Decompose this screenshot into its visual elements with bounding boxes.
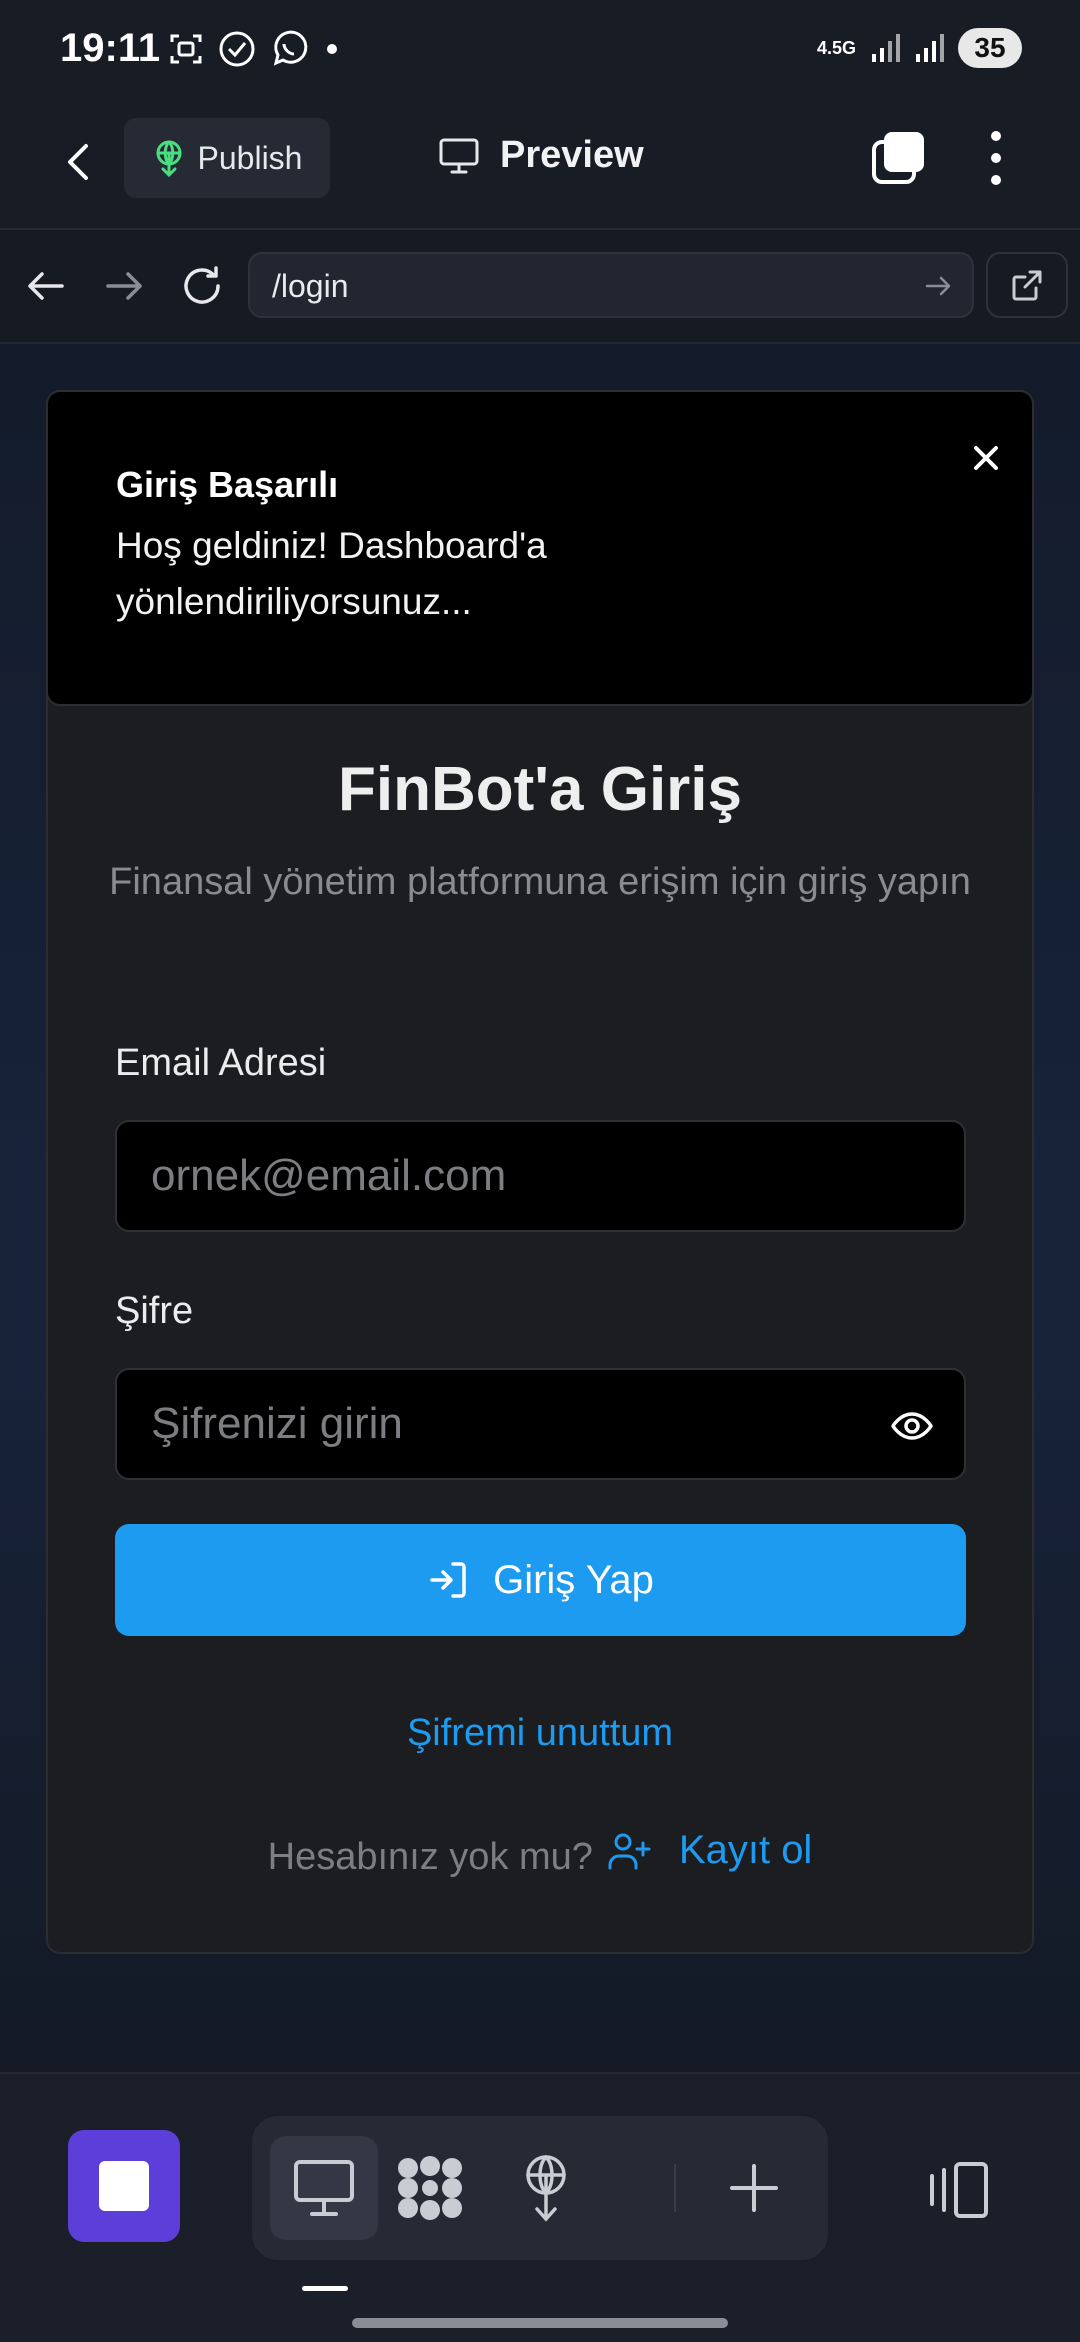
login-button[interactable]: Giriş Yap xyxy=(115,1524,966,1636)
home-indicator[interactable] xyxy=(352,2318,728,2328)
monitor-icon xyxy=(294,2160,354,2216)
login-button-label: Giriş Yap xyxy=(493,1557,654,1602)
preview-viewport: Giriş Başarılı Hoş geldiniz! Dashboard'a… xyxy=(0,344,1080,2072)
email-field-wrapper xyxy=(115,1120,966,1232)
password-field-wrapper xyxy=(115,1368,966,1480)
password-label: Şifre xyxy=(115,1290,194,1332)
external-link-icon xyxy=(1012,270,1042,301)
eye-icon[interactable] xyxy=(890,1404,934,1448)
deploy-tool-button[interactable] xyxy=(492,2136,600,2240)
login-icon xyxy=(430,1562,466,1598)
active-tab-indicator xyxy=(302,2286,348,2291)
preview-label: Preview xyxy=(500,134,644,176)
password-field[interactable] xyxy=(117,1370,964,1478)
status-notification-icons xyxy=(168,30,342,68)
toast-title: Giriş Başarılı xyxy=(116,464,339,505)
signal-icon xyxy=(872,34,900,62)
dot-icon xyxy=(327,44,337,54)
close-icon[interactable] xyxy=(960,432,1012,484)
arrow-right-icon[interactable] xyxy=(98,260,150,312)
no-account-text: Hesabınız yok mu? xyxy=(267,1836,593,1878)
network-type: 4.5G xyxy=(816,38,856,58)
signup-label: Kayıt ol xyxy=(678,1828,813,1872)
arrow-left-icon[interactable] xyxy=(20,260,72,312)
preview-title: Preview xyxy=(438,134,644,177)
grid-blob-icon xyxy=(398,2156,462,2220)
publish-button[interactable]: Publish xyxy=(124,118,330,198)
app-toolbar: Publish Preview xyxy=(0,104,1080,230)
stop-icon xyxy=(99,2161,149,2211)
open-external-button[interactable] xyxy=(986,252,1068,318)
forgot-password-link[interactable]: Şifremi unuttum xyxy=(0,1712,1080,1755)
workspace-tool-button[interactable] xyxy=(376,2136,484,2240)
preview-tool-button[interactable] xyxy=(270,2136,378,2240)
tool-group xyxy=(252,2116,828,2260)
check-circle-icon xyxy=(219,31,255,67)
url-input[interactable]: /login xyxy=(248,252,974,318)
status-time: 19:11 xyxy=(60,26,161,70)
success-toast: Giriş Başarılı Hoş geldiniz! Dashboard'a… xyxy=(46,390,1034,706)
panel-toggle-icon[interactable] xyxy=(920,2160,992,2220)
bottom-toolbar xyxy=(0,2072,1080,2342)
status-bar: 19:11 4.5G 35 xyxy=(0,0,1080,104)
back-icon[interactable] xyxy=(52,134,108,190)
toast-message: Hoş geldiniz! Dashboard'a yönlendiriliyo… xyxy=(116,525,547,622)
add-tool-button[interactable] xyxy=(700,2136,808,2240)
browser-url-bar: /login xyxy=(0,230,1080,344)
publish-label: Publish xyxy=(197,139,303,176)
url-text: /login xyxy=(272,268,349,304)
battery-indicator: 35 xyxy=(958,28,1022,68)
stop-button[interactable] xyxy=(68,2130,180,2242)
signal-icon-2 xyxy=(916,34,944,62)
tool-separator xyxy=(674,2164,676,2212)
email-label: Email Adresi xyxy=(115,1042,327,1084)
login-title: FinBot'a Giriş xyxy=(338,755,742,824)
plus-icon xyxy=(730,2164,778,2212)
status-system-icons: 4.5G 35 xyxy=(817,28,1022,68)
deploy-icon xyxy=(526,2155,566,2222)
signup-row: Hesabınız yok mu? Kayıt ol xyxy=(0,1822,1080,1879)
reload-icon[interactable] xyxy=(176,260,228,312)
whatsapp-icon xyxy=(273,30,308,66)
screenshot-icon xyxy=(170,34,202,64)
monitor-icon xyxy=(439,138,479,173)
tabs-icon[interactable] xyxy=(868,128,928,188)
email-field[interactable] xyxy=(117,1122,964,1230)
login-subtitle: Finansal yönetim platformuna erişim için… xyxy=(109,861,971,903)
go-arrow-icon[interactable] xyxy=(922,270,954,302)
publish-icon xyxy=(156,140,182,177)
user-plus-icon xyxy=(608,1833,651,1869)
signup-link[interactable]: Kayıt ol xyxy=(607,1828,812,1873)
more-options-icon[interactable] xyxy=(976,126,1016,190)
